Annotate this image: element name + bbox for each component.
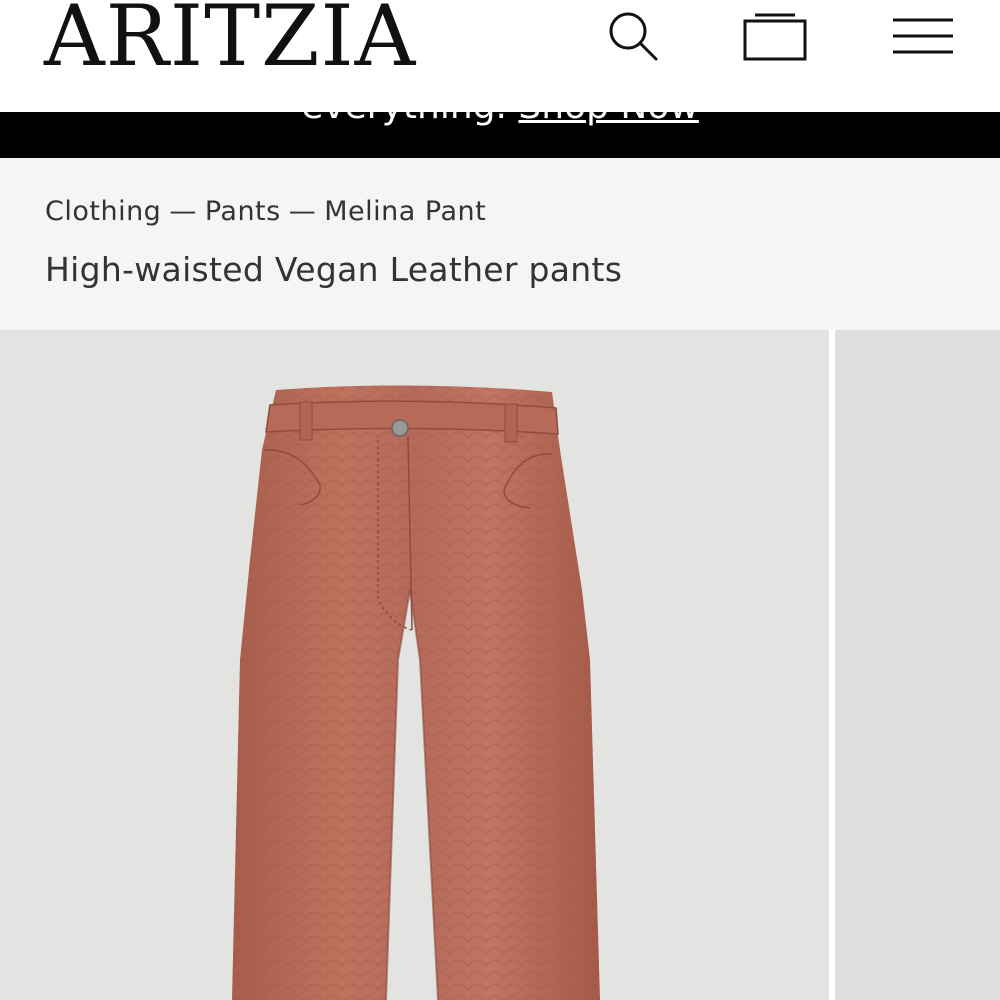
hamburger-menu-icon [893,18,953,54]
product-image-main[interactable] [0,330,829,1000]
breadcrumb-separator: — [288,196,317,227]
product-title: High-waisted Vegan Leather pants [45,250,623,289]
product-info: Clothing — Pants — Melina Pant High-waisted … [0,158,1000,330]
menu-button[interactable] [888,6,958,66]
breadcrumb-pants[interactable]: Pants [205,196,281,227]
breadcrumb: Clothing — Pants — Melina Pant [45,196,486,227]
breadcrumb-clothing[interactable]: Clothing [45,196,161,227]
product-gallery [0,330,1000,1000]
shopping-bag-button[interactable] [740,6,810,66]
breadcrumb-melina-pant[interactable]: Melina Pant [324,196,486,227]
search-button[interactable] [598,6,668,66]
shopping-bag-icon [743,13,807,61]
site-header: ARITZIA [0,0,1000,112]
breadcrumb-separator: — [169,196,197,227]
pants-image [232,385,600,1000]
brand-logo[interactable]: ARITZIA [44,0,416,78]
product-image-next[interactable] [835,330,1000,1000]
search-icon [609,12,658,61]
